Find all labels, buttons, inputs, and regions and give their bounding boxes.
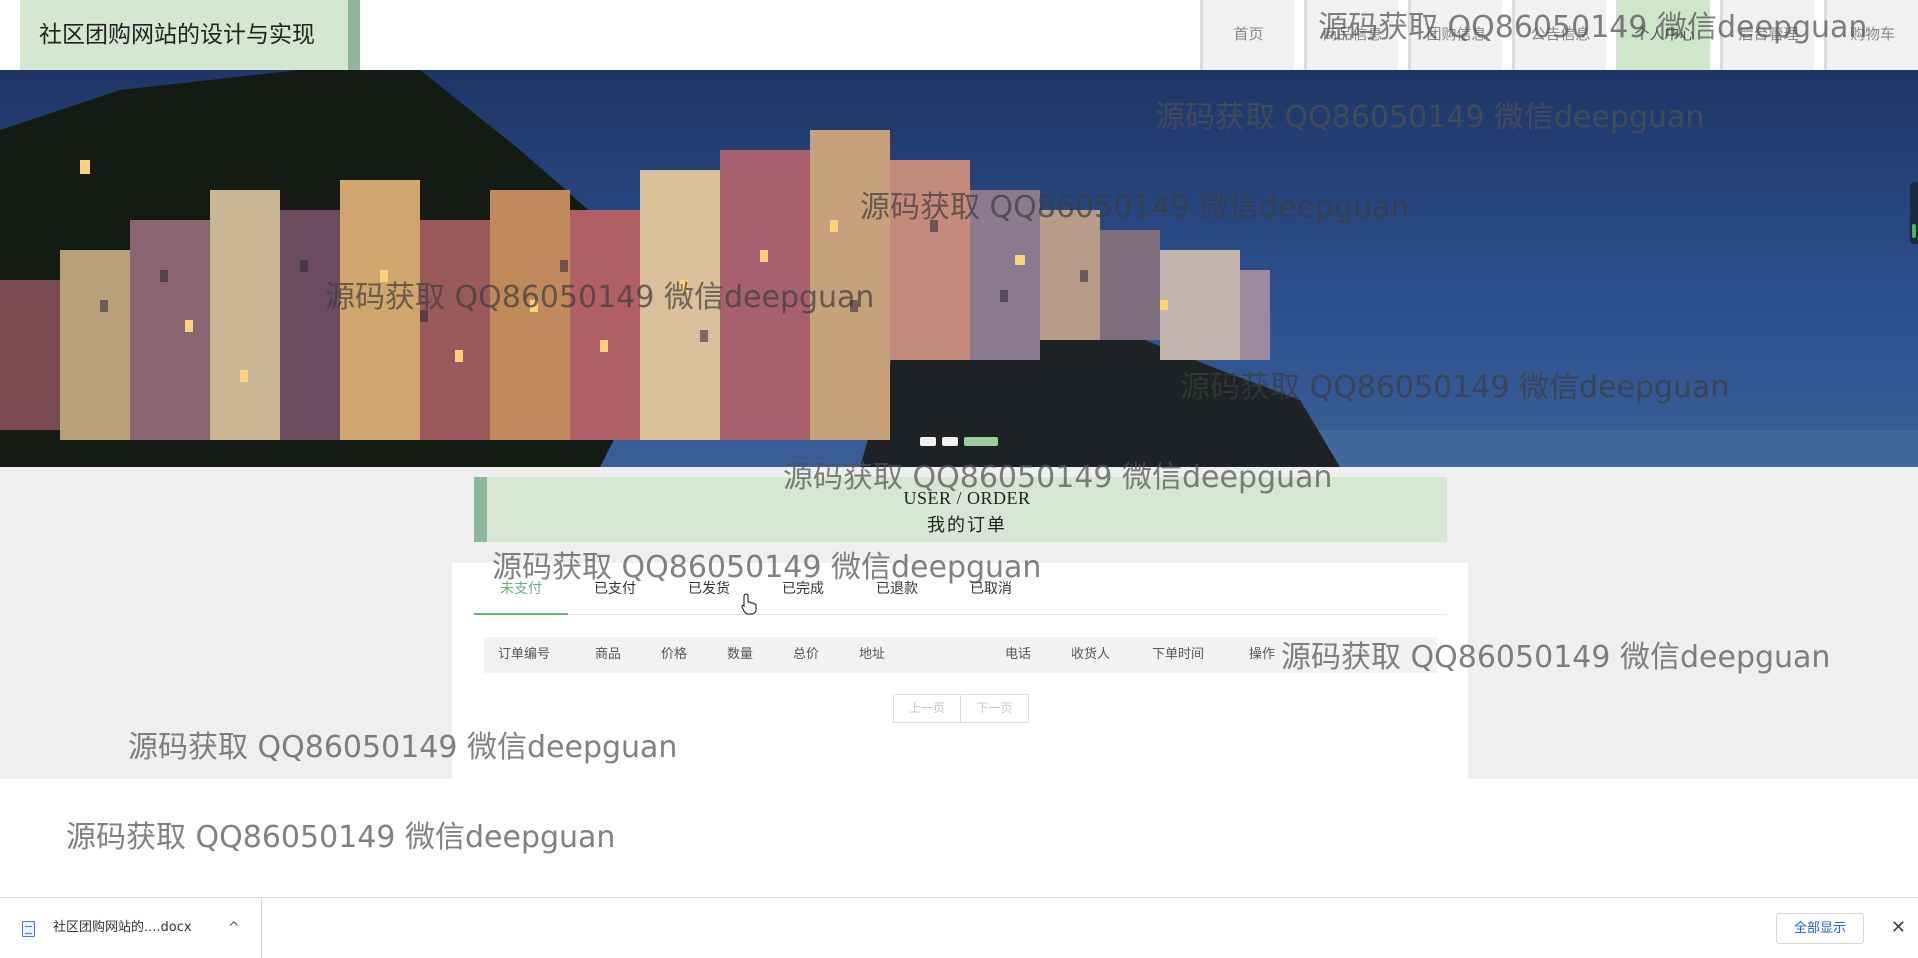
column-header-total: 总价 [793, 647, 820, 662]
word-document-icon [22, 921, 35, 937]
page-footer [0, 779, 1918, 897]
column-header-order-time: 下单时间 [1152, 647, 1205, 662]
nav-item-announcements[interactable]: 公告信息 [1512, 0, 1606, 70]
chevron-up-icon[interactable]: ^ [228, 898, 240, 958]
tab-unpaid[interactable]: 未支付 [474, 563, 568, 615]
column-header-order-id: 订单编号 [498, 647, 551, 662]
close-download-bar-icon[interactable]: ✕ [1891, 898, 1906, 958]
main-nav: 首页 商品信息 团购信息 公告信息 个人中心 后台管理 购物车 [1190, 0, 1918, 70]
order-table-header: 订单编号 商品 价格 数量 总价 地址 电话 收货人 下单时间 操作 [484, 637, 1437, 673]
tab-paid[interactable]: 已支付 [568, 563, 662, 615]
carousel-indicators [920, 437, 998, 446]
nav-item-personal-center[interactable]: 个人中心 [1616, 0, 1710, 70]
browser-download-bar: 社区团购网站的....docx ^ 全部显示 ✕ [0, 897, 1918, 958]
column-header-product: 商品 [595, 647, 622, 662]
prev-page-button[interactable]: 上一页 [893, 694, 961, 723]
tab-completed[interactable]: 已完成 [756, 563, 850, 615]
column-header-quantity: 数量 [727, 647, 754, 662]
site-header: 社区团购网站的设计与实现 首页 商品信息 团购信息 公告信息 个人中心 后台管理… [0, 0, 1918, 70]
carousel-dot-1[interactable] [920, 437, 936, 446]
pagination: 上一页 下一页 [893, 694, 1029, 723]
order-section-title: USER / ORDER 我的订单 [474, 477, 1447, 542]
order-title-en: USER / ORDER [903, 488, 1031, 508]
next-page-button[interactable]: 下一页 [961, 694, 1029, 723]
tab-refunded[interactable]: 已退款 [850, 563, 944, 615]
download-item[interactable]: 社区团购网站的....docx ^ [0, 898, 262, 958]
tab-cancelled[interactable]: 已取消 [944, 563, 1038, 615]
site-title: 社区团购网站的设计与实现 [20, 0, 360, 70]
show-all-downloads-button[interactable]: 全部显示 [1776, 913, 1864, 944]
nav-item-group-buy[interactable]: 团购信息 [1408, 0, 1502, 70]
column-header-price: 价格 [661, 647, 688, 662]
banner-carousel[interactable] [0, 70, 1918, 467]
column-header-actions: 操作 [1249, 647, 1276, 662]
nav-item-admin[interactable]: 后台管理 [1720, 0, 1814, 70]
column-header-phone: 电话 [1005, 647, 1032, 662]
carousel-dot-2[interactable] [942, 437, 958, 446]
column-header-address: 地址 [859, 647, 886, 662]
carousel-dot-3[interactable] [964, 437, 998, 446]
download-file-name[interactable]: 社区团购网站的....docx [53, 898, 192, 958]
order-title-cn: 我的订单 [927, 515, 1007, 536]
nav-item-products[interactable]: 商品信息 [1304, 0, 1398, 70]
banner-image [0, 70, 1918, 467]
column-header-recipient: 收货人 [1071, 647, 1111, 662]
order-status-tabs: 未支付 已支付 已发货 已完成 已退款 已取消 [474, 563, 1447, 615]
page-scrollbar-handle[interactable] [1910, 182, 1918, 244]
order-panel: 未支付 已支付 已发货 已完成 已退款 已取消 订单编号 商品 价格 数量 总价… [452, 563, 1468, 779]
nav-item-cart[interactable]: 购物车 [1824, 0, 1918, 70]
nav-item-home[interactable]: 首页 [1200, 0, 1294, 70]
tab-shipped[interactable]: 已发货 [662, 563, 756, 615]
